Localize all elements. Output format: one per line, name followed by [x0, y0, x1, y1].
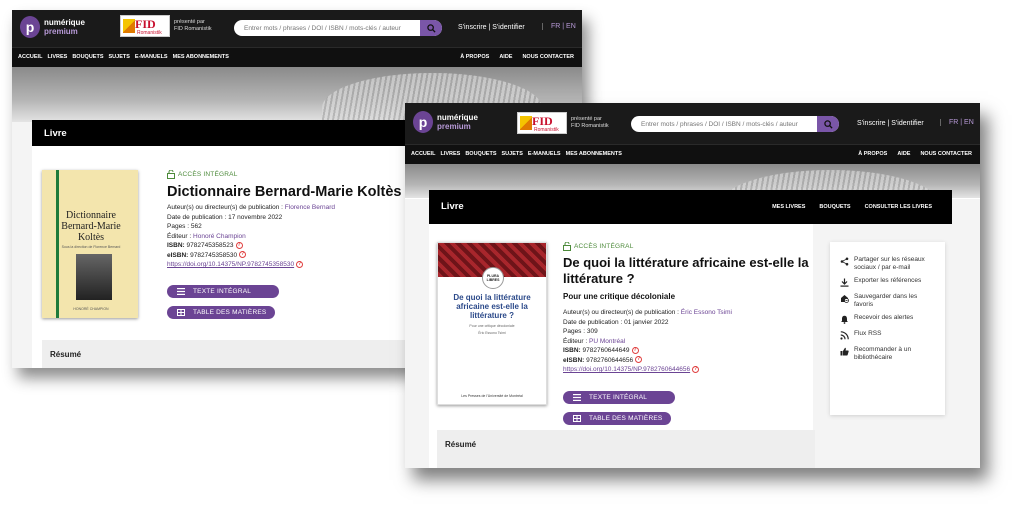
book-title: Dictionnaire Bernard-Marie Koltès	[167, 184, 402, 200]
section-title: Livre	[441, 201, 464, 212]
isbn: 9782760644649	[582, 347, 630, 354]
search-input[interactable]	[631, 116, 817, 132]
presented-by: présenté par	[571, 116, 602, 122]
logo-mark-icon: p	[413, 111, 433, 133]
cover-subtitle: Sous la direction de Florence Bernard	[61, 245, 121, 249]
band-link-mes-livres[interactable]: MES LIVRES	[772, 204, 805, 210]
bell-icon	[841, 315, 848, 324]
cover-title: Dictionnaire Bernard-Marie Koltès	[61, 210, 121, 243]
screenshot-window-front: p numérique premium FID Romanistik prése…	[405, 103, 980, 468]
toc-button[interactable]: TABLE DES MATIÈRES	[563, 412, 671, 425]
summary-title: Résumé	[445, 440, 477, 449]
share-panel: Partager sur les réseaux sociaux / par e…	[830, 242, 945, 415]
search-button[interactable]	[817, 116, 839, 132]
logo-line1: numérique	[437, 113, 478, 122]
access-badge: ACCÈS INTÉGRAL	[563, 242, 634, 251]
logo-line2: premium	[437, 122, 471, 131]
author-link[interactable]: Florence Bernard	[285, 204, 335, 211]
share-item-export[interactable]: Exporter les références	[840, 277, 937, 287]
help-icon[interactable]: ?	[635, 356, 643, 364]
cover-subtitle: Pour une critique décoloniale	[469, 324, 515, 328]
help-icon[interactable]: ?	[631, 346, 639, 354]
editor-link[interactable]: PU Montréal	[589, 338, 625, 345]
author-link[interactable]: Éric Essono Tsimi	[681, 309, 732, 316]
thumbs-up-icon	[840, 347, 849, 356]
band-link-consulter[interactable]: CONSULTER LES LIVRES	[865, 204, 932, 210]
site-logo[interactable]: p numérique premium	[413, 111, 478, 133]
publication-date: 17 novembre 2022	[228, 213, 283, 221]
nav-livres[interactable]: LIVRES	[440, 151, 460, 157]
nav-a-propos[interactable]: À PROPOS	[858, 151, 887, 157]
bookmark-icon	[841, 295, 849, 303]
section-band: Livre MES LIVRES BOUQUETS CONSULTER LES …	[429, 190, 952, 224]
page-count: 309	[586, 328, 598, 335]
share-icon	[840, 257, 849, 266]
lock-open-icon	[563, 242, 571, 251]
cover-author: Éric Essono Tsimi	[478, 331, 506, 335]
share-item-alerts[interactable]: Recevoir des alertes	[840, 314, 937, 324]
help-icon[interactable]: ?	[692, 365, 700, 373]
book-metadata: Auteur(s) ou directeur(s) de publication…	[167, 204, 336, 268]
summary-title: Résumé	[50, 350, 82, 359]
nav-e-manuels[interactable]: E-MANUELS	[528, 151, 561, 157]
search-icon	[823, 119, 833, 129]
band-link-bouquets[interactable]: BOUQUETS	[819, 204, 850, 210]
language-switch[interactable]: FR | EN	[940, 119, 974, 126]
nav-nous-contacter[interactable]: NOUS CONTACTER	[920, 151, 972, 157]
auth-links[interactable]: S'inscrire | S'identifier	[857, 120, 924, 127]
eisbn: 9782745358530	[190, 251, 238, 259]
cover-publisher: HONORÉ CHAMPION	[73, 307, 109, 311]
table-icon	[177, 309, 185, 316]
help-icon[interactable]: ?	[235, 241, 243, 249]
book-metadata: Auteur(s) ou directeur(s) de publication…	[563, 309, 732, 373]
book-cover[interactable]: PLURA LIBRES De quoi la littérature afri…	[437, 242, 547, 405]
rss-icon	[840, 331, 849, 340]
eisbn: 9782760644656	[586, 356, 634, 364]
full-text-button[interactable]: TEXTE INTÉGRAL	[167, 285, 279, 298]
fid-logo[interactable]: FID Romanistik présenté par FID Romanist…	[517, 112, 609, 134]
presenter: FID Romanistik	[571, 123, 609, 129]
nav-accueil[interactable]: ACCUEIL	[411, 151, 435, 157]
doi-link[interactable]: https://doi.org/10.14375/NP.978274535853…	[167, 261, 294, 268]
share-item-rss[interactable]: Flux RSS	[840, 330, 937, 340]
main-nav: ACCUEIL LIVRES BOUQUETS SUJETS E-MANUELS…	[405, 144, 980, 164]
nav-bouquets[interactable]: BOUQUETS	[465, 151, 496, 157]
editor-link[interactable]: Honoré Champion	[193, 233, 246, 240]
cover-publisher: Les Presses de l'Université de Montréal	[461, 394, 523, 398]
download-icon	[840, 278, 849, 287]
access-badge: ACCÈS INTÉGRAL	[167, 170, 238, 179]
top-header: p numérique premium FID Romanistik prése…	[405, 103, 980, 144]
lock-open-icon	[167, 170, 175, 179]
nav-sujets[interactable]: SUJETS	[502, 151, 523, 157]
book-title: De quoi la littérature africaine est-ell…	[563, 255, 809, 286]
text-lines-icon	[573, 394, 581, 401]
cover-photo	[76, 254, 112, 300]
cover-pattern: PLURA LIBRES	[438, 243, 546, 289]
book-subtitle: Pour une critique décoloniale	[563, 292, 676, 301]
isbn: 9782745358523	[186, 242, 234, 249]
doi-link[interactable]: https://doi.org/10.14375/NP.978276064465…	[563, 366, 690, 373]
share-item-social[interactable]: Partager sur les réseaux sociaux / par e…	[840, 256, 937, 271]
help-icon[interactable]: ?	[296, 260, 304, 268]
publication-date: 01 janvier 2022	[624, 318, 669, 326]
cover-badge: PLURA LIBRES	[482, 267, 504, 289]
search-bar	[631, 116, 839, 132]
book-cover[interactable]: Dictionnaire Bernard-Marie Koltès Sous l…	[42, 170, 138, 318]
share-item-recommend[interactable]: Recommander à un bibliothécaire	[840, 346, 937, 361]
nav-mes-abonnements[interactable]: MES ABONNEMENTS	[566, 151, 622, 157]
help-icon[interactable]: ?	[239, 251, 247, 259]
nav-aide[interactable]: AIDE	[897, 151, 910, 157]
summary-section: Résumé	[437, 430, 815, 468]
cover-title: De quoi la littérature africaine est-ell…	[453, 293, 531, 320]
text-lines-icon	[177, 288, 185, 295]
page-count: 562	[190, 223, 202, 230]
full-text-button[interactable]: TEXTE INTÉGRAL	[563, 391, 675, 404]
table-icon	[573, 415, 581, 422]
fid-graphic-icon	[520, 116, 532, 130]
share-item-favorites[interactable]: Sauvegarder dans les favoris	[840, 293, 937, 308]
toc-button[interactable]: TABLE DES MATIÈRES	[167, 306, 275, 319]
